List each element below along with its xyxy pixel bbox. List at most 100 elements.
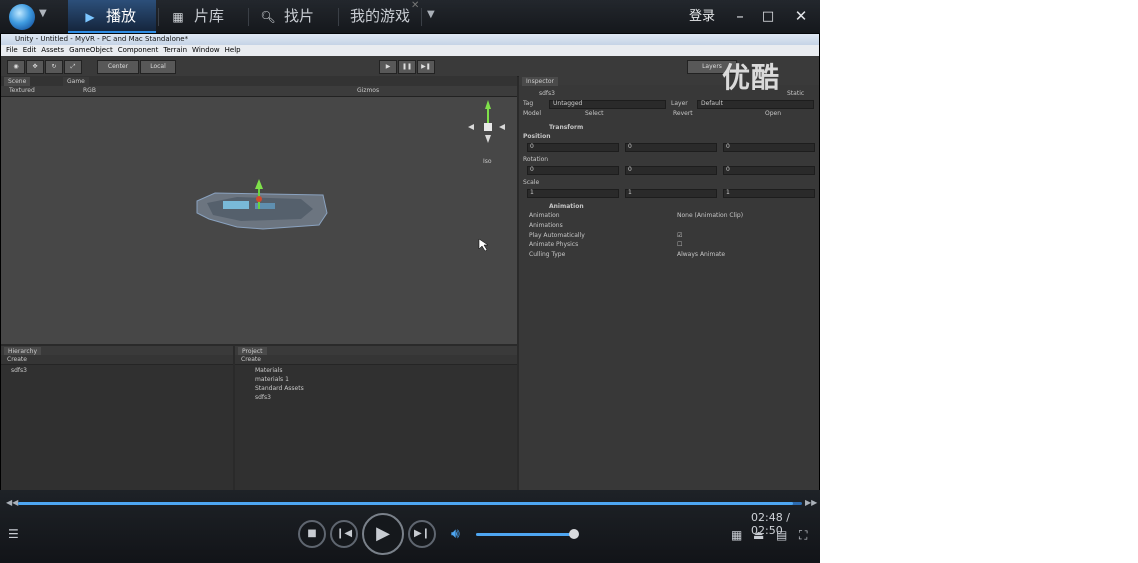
unity-menu-item: File [6,46,18,54]
animation-row-label: Animation [529,212,560,219]
divider [421,8,422,26]
youku-watermark: 优酷 [722,61,781,94]
unity-menu-item: Help [224,46,241,54]
subtitle-icon[interactable]: ▤ [776,528,787,542]
unity-title: Unity - Untitled - MyVR - PC and Mac Sta… [15,35,189,43]
scene-gizmo-y-arrow [255,179,263,189]
tab-library[interactable]: ▦ 片库 [160,0,250,33]
playback-controls: ◀◀ ▶▶ 02:48 / 02:50 ☰ ■ ❙◀ ▶ ▶❙ 🔊︎ ▦ ⏏ ▤… [0,490,820,563]
unity-rgb-label: RGB [83,87,96,94]
login-button[interactable]: 登录 [689,0,715,33]
inspector-model-select: Select [585,110,604,117]
search-icon: 🔍︎ [260,10,276,24]
playlist-icon[interactable]: ☰ [8,527,19,541]
rewind-icon[interactable]: ◀◀ [6,498,18,507]
tab-play[interactable]: ▶ 播放 [68,0,156,33]
fast-forward-icon[interactable]: ▶▶ [805,498,817,507]
orientation-gizmo-z [499,124,505,130]
next-button[interactable]: ▶❙ [408,520,436,548]
animation-row-label: Animate Physics [529,241,579,248]
stop-icon: ■ [307,528,317,539]
tab-play-label: 播放 [106,7,137,25]
tab-my-games[interactable]: 我的游戏 [340,0,420,33]
tab-my-games-label: 我的游戏 [350,7,411,25]
project-create-label: Create [241,356,261,363]
volume-slider-handle[interactable] [569,529,579,539]
unity-tab-game: Game [63,77,89,86]
inspector-object-name: sdfs3 [539,90,555,97]
close-button[interactable]: ✕ [786,0,816,33]
orientation-gizmo-label: Iso [483,158,492,165]
video-frame[interactable]: Unity - Untitled - MyVR - PC and Mac Sta… [0,34,820,490]
unity-scene-controlbar: Textured RGB Gizmos [1,86,517,97]
project-item: materials 1 [255,376,289,383]
fullscreen-icon[interactable]: ⛶ [799,528,807,543]
seek-bar-progress [18,502,793,505]
minimize-button[interactable]: – [725,0,755,33]
unity-project-panel: Project Create Materials materials 1 Sta… [235,346,517,490]
orientation-gizmo-x [468,124,474,130]
unity-menu-item: Terrain [163,46,188,54]
inspector-layer-field: Default [697,100,814,109]
play-button[interactable]: ▶ [362,513,404,555]
hierarchy-item: sdfs3 [11,367,27,374]
inspector-model-label: Model [523,110,542,117]
unity-play-icon: ▶ [379,60,397,74]
volume-icon[interactable]: 🔊︎ [451,526,460,542]
position-y-field: 0 [625,143,717,152]
position-y-value: 0 [628,143,632,150]
animation-row-label: Animations [529,222,563,229]
position-z-value: 0 [726,143,730,150]
unity-pause-icon: ❚❚ [398,60,416,74]
unity-tab-inspector: Inspector [522,77,558,86]
seek-bar[interactable] [18,502,802,505]
chevron-down-icon[interactable]: ▼ [39,8,47,19]
divider [338,8,339,26]
play-icon: ▶ [376,523,390,544]
unity-hierarchy-header: Hierarchy [1,346,233,356]
video-player-window: ▼ ▶ 播放 ▦ 片库 🔍︎ 找片 我的游戏 ✕ ▼ 登录 – □ ✕ Unity -… [0,0,820,563]
inspector-model-revert: Revert [673,110,693,117]
unity-tab-scene: Scene [4,77,31,86]
previous-button[interactable]: ❙◀ [330,520,358,548]
unity-scene-view: Iso [1,97,517,344]
scale-y-value: 1 [628,189,632,196]
unity-gizmos-label: Gizmos [357,87,380,94]
previous-icon: ❙◀ [335,528,353,539]
position-x-field: 0 [527,143,619,152]
orientation-gizmo-y [485,100,491,109]
inspector-tag-value: Untagged [553,100,583,107]
top-bar: ▼ ▶ 播放 ▦ 片库 🔍︎ 找片 我的游戏 ✕ ▼ 登录 – □ ✕ [0,0,820,34]
inspector-scale-label: Scale [523,179,540,186]
unity-project-subbar: Create [235,355,517,365]
unity-toolbar: ◉ ✥ ↻ ⤢ Center Local ▶ ❚❚ ▶❚ Layers [1,56,819,77]
mouse-cursor-icon [478,238,489,252]
eject-icon[interactable]: ⏏ [753,528,764,542]
divider [248,8,249,26]
inspector-model-open: Open [765,110,782,117]
divider [158,8,159,26]
unity-menu-item: Edit [22,46,37,54]
unity-menu-item: Component [117,46,159,54]
unity-move-tool-icon: ✥ [26,60,44,74]
scene-model-window [223,201,249,209]
unity-project-header: Project [235,346,517,356]
app-logo-icon[interactable] [9,4,35,30]
stop-button[interactable]: ■ [298,520,326,548]
volume-slider[interactable] [476,529,579,539]
more-tabs-chevron-icon[interactable]: ▼ [427,9,435,20]
unity-menu-item: GameObject [69,46,113,54]
unity-hierarchy-subbar: Create [1,355,233,365]
close-icon[interactable]: ✕ [411,0,419,11]
rotation-y-value: 0 [628,166,632,173]
scale-y-field: 1 [625,189,717,198]
scale-x-value: 1 [530,189,534,196]
unity-editor-frame: Unity - Untitled - MyVR - PC and Mac Sta… [1,34,819,490]
play-icon: ▶ [85,10,95,24]
grid-view-icon[interactable]: ▦ [731,528,742,542]
scale-z-value: 1 [726,189,730,196]
unity-scene-panel: Scene Game Textured RGB Gizmos Iso [1,76,517,344]
tab-find[interactable]: 🔍︎ 找片 [250,0,340,33]
project-item: Materials [255,367,283,374]
maximize-button[interactable]: □ [753,0,783,33]
